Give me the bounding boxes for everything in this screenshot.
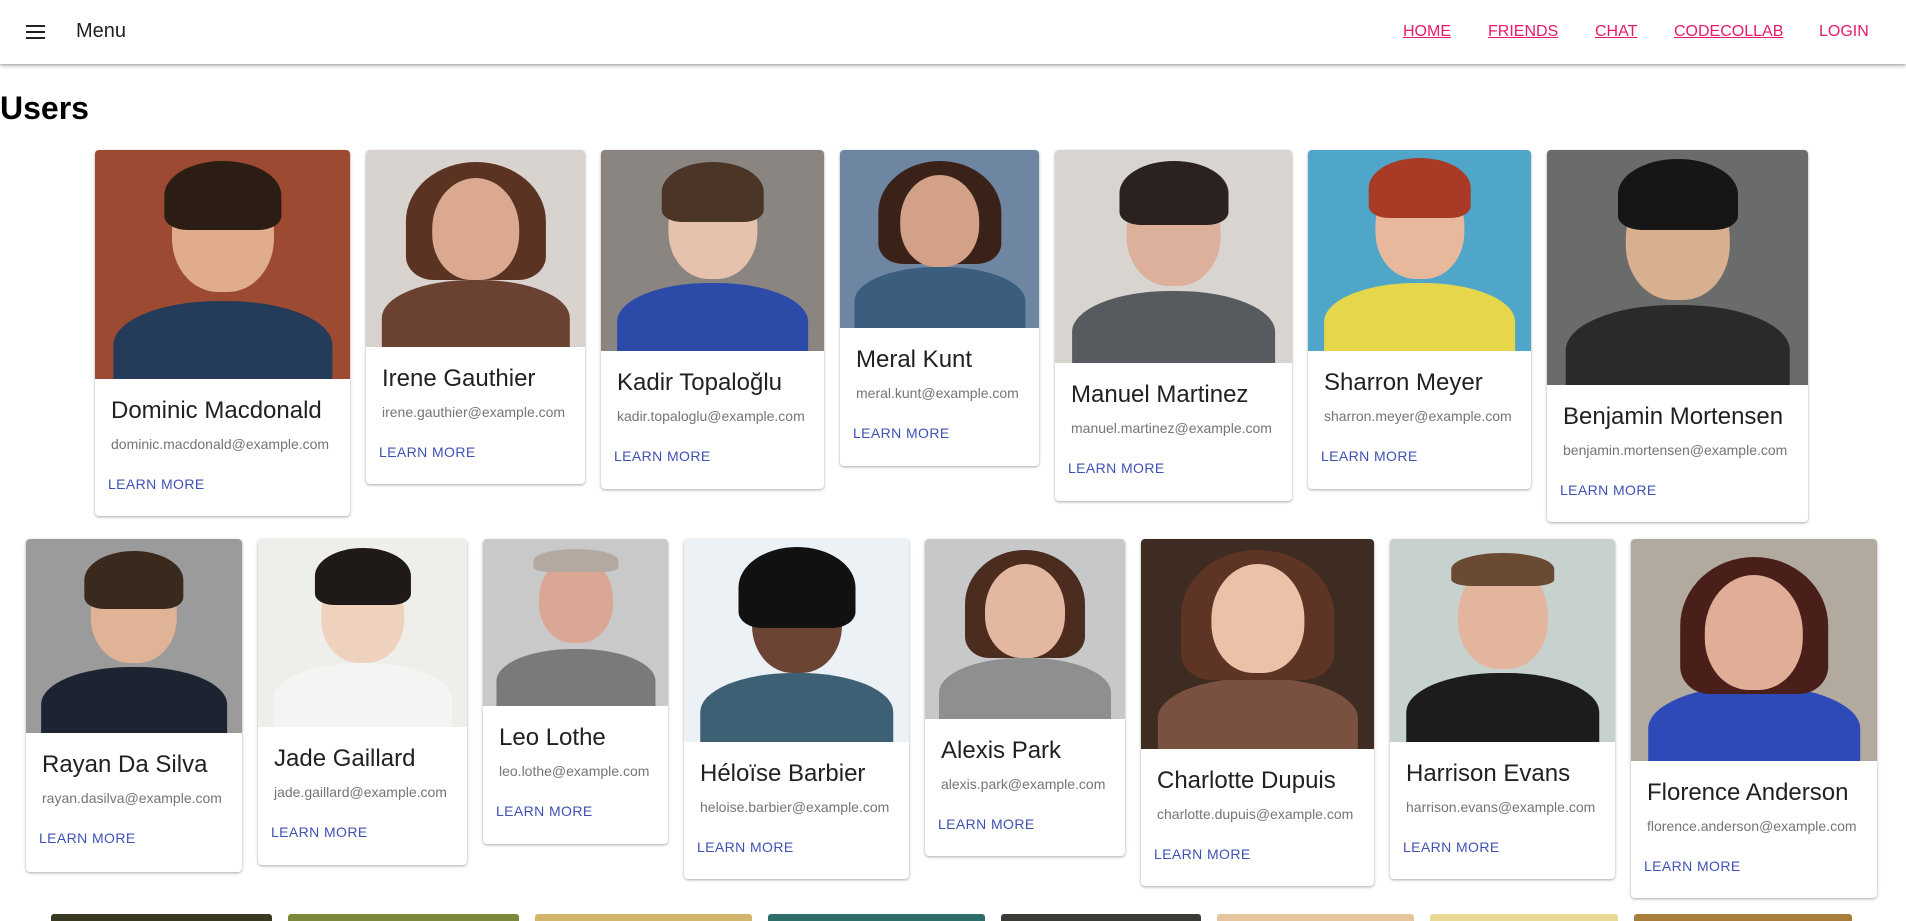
learn-more-button[interactable]: LEARN MORE — [271, 824, 368, 840]
learn-more-button[interactable]: LEARN MORE — [614, 448, 711, 464]
user-photo — [366, 150, 585, 347]
menu-label: Menu — [76, 20, 127, 42]
user-name: Florence Anderson — [1647, 779, 1849, 806]
user-photo — [483, 539, 668, 706]
user-email: meral.kunt@example.com — [856, 385, 1019, 401]
user-card: Kadir Topaloğlu kadir.topaloglu@example.… — [601, 150, 824, 489]
user-photo — [1547, 150, 1808, 385]
page-title: Users — [0, 90, 89, 126]
nav-codecollab-link[interactable]: CODECOLLAB — [1674, 23, 1783, 41]
user-photo — [684, 539, 909, 742]
user-card-partial — [288, 914, 519, 921]
nav-chat-link[interactable]: CHAT — [1595, 23, 1637, 41]
user-email: dominic.macdonald@example.com — [111, 436, 330, 452]
nav-home-link[interactable]: HOME — [1403, 23, 1451, 41]
user-card: Irene Gauthier irene.gauthier@example.co… — [366, 150, 585, 484]
user-photo — [925, 539, 1125, 719]
user-name: Manuel Martinez — [1071, 381, 1249, 408]
user-card: Jade Gaillard jade.gaillard@example.com … — [258, 539, 467, 865]
user-card: Sharron Meyer sharron.meyer@example.com … — [1308, 150, 1531, 489]
user-name: Sharron Meyer — [1324, 369, 1483, 396]
learn-more-button[interactable]: LEARN MORE — [697, 839, 794, 855]
user-card: Benjamin Mortensen benjamin.mortensen@ex… — [1547, 150, 1808, 522]
user-card: Dominic Macdonald dominic.macdonald@exam… — [95, 150, 350, 516]
user-name: Dominic Macdonald — [111, 397, 322, 424]
user-name: Leo Lothe — [499, 724, 606, 751]
user-card: Charlotte Dupuis charlotte.dupuis@exampl… — [1141, 539, 1374, 886]
learn-more-button[interactable]: LEARN MORE — [108, 476, 205, 492]
user-name: Rayan Da Silva — [42, 751, 208, 778]
user-email: sharron.meyer@example.com — [1324, 408, 1512, 424]
user-name: Meral Kunt — [856, 346, 973, 373]
user-card: Rayan Da Silva rayan.dasilva@example.com… — [26, 539, 242, 872]
user-card: Alexis Park alexis.park@example.com LEAR… — [925, 539, 1125, 856]
learn-more-button[interactable]: LEARN MORE — [1403, 839, 1500, 855]
nav-friends-link[interactable]: FRIENDS — [1488, 23, 1558, 41]
user-email: leo.lothe@example.com — [499, 763, 650, 779]
user-email: irene.gauthier@example.com — [382, 404, 566, 420]
user-name: Irene Gauthier — [382, 365, 536, 392]
user-card-partial — [1217, 914, 1414, 921]
user-name: Alexis Park — [941, 737, 1062, 764]
learn-more-button[interactable]: LEARN MORE — [1068, 460, 1165, 476]
user-photo — [840, 150, 1039, 328]
user-name: Harrison Evans — [1406, 760, 1571, 787]
user-card: Manuel Martinez manuel.martinez@example.… — [1055, 150, 1292, 501]
nav-login-link[interactable]: LOGIN — [1819, 23, 1869, 41]
user-email: rayan.dasilva@example.com — [42, 790, 222, 806]
learn-more-button[interactable]: LEARN MORE — [1321, 448, 1418, 464]
user-photo — [1390, 539, 1615, 742]
user-card-partial — [1430, 914, 1618, 921]
user-email: charlotte.dupuis@example.com — [1157, 806, 1354, 822]
user-card: Leo Lothe leo.lothe@example.com LEARN MO… — [483, 539, 668, 844]
user-email: jade.gaillard@example.com — [274, 784, 447, 800]
user-card: Héloïse Barbier heloise.barbier@example.… — [684, 539, 909, 879]
user-photo — [1141, 539, 1374, 749]
user-photo — [26, 539, 242, 733]
user-name: Héloïse Barbier — [700, 760, 866, 787]
user-email: heloise.barbier@example.com — [700, 799, 890, 815]
user-card: Florence Anderson florence.anderson@exam… — [1631, 539, 1877, 898]
user-email: manuel.martinez@example.com — [1071, 420, 1272, 436]
learn-more-button[interactable]: LEARN MORE — [39, 830, 136, 846]
user-name: Benjamin Mortensen — [1563, 403, 1784, 430]
user-card-partial — [768, 914, 985, 921]
learn-more-button[interactable]: LEARN MORE — [379, 444, 476, 460]
user-photo — [258, 539, 467, 727]
learn-more-button[interactable]: LEARN MORE — [938, 816, 1035, 832]
learn-more-button[interactable]: LEARN MORE — [853, 425, 950, 441]
user-email: benjamin.mortensen@example.com — [1563, 442, 1788, 458]
user-photo — [1308, 150, 1531, 351]
user-name: Kadir Topaloğlu — [617, 369, 783, 396]
user-email: alexis.park@example.com — [941, 776, 1106, 792]
learn-more-button[interactable]: LEARN MORE — [496, 803, 593, 819]
user-card: Meral Kunt meral.kunt@example.com LEARN … — [840, 150, 1039, 466]
user-card: Harrison Evans harrison.evans@example.co… — [1390, 539, 1615, 879]
user-email: kadir.topaloglu@example.com — [617, 408, 805, 424]
user-name: Charlotte Dupuis — [1157, 767, 1336, 794]
user-card-partial — [1001, 914, 1201, 921]
app-bar: Menu HOME FRIENDS CHAT CODECOLLAB LOGIN — [0, 0, 1906, 64]
user-card-partial — [535, 914, 752, 921]
user-email: florence.anderson@example.com — [1647, 818, 1857, 834]
learn-more-button[interactable]: LEARN MORE — [1560, 482, 1657, 498]
user-card-partial — [1634, 914, 1852, 921]
user-photo — [601, 150, 824, 351]
user-photo — [95, 150, 350, 379]
user-card-partial — [51, 914, 272, 921]
learn-more-button[interactable]: LEARN MORE — [1154, 846, 1251, 862]
user-name: Jade Gaillard — [274, 745, 416, 772]
learn-more-button[interactable]: LEARN MORE — [1644, 858, 1741, 874]
user-photo — [1631, 539, 1877, 761]
user-photo — [1055, 150, 1292, 363]
user-email: harrison.evans@example.com — [1406, 799, 1596, 815]
hamburger-menu-icon[interactable] — [18, 16, 54, 48]
